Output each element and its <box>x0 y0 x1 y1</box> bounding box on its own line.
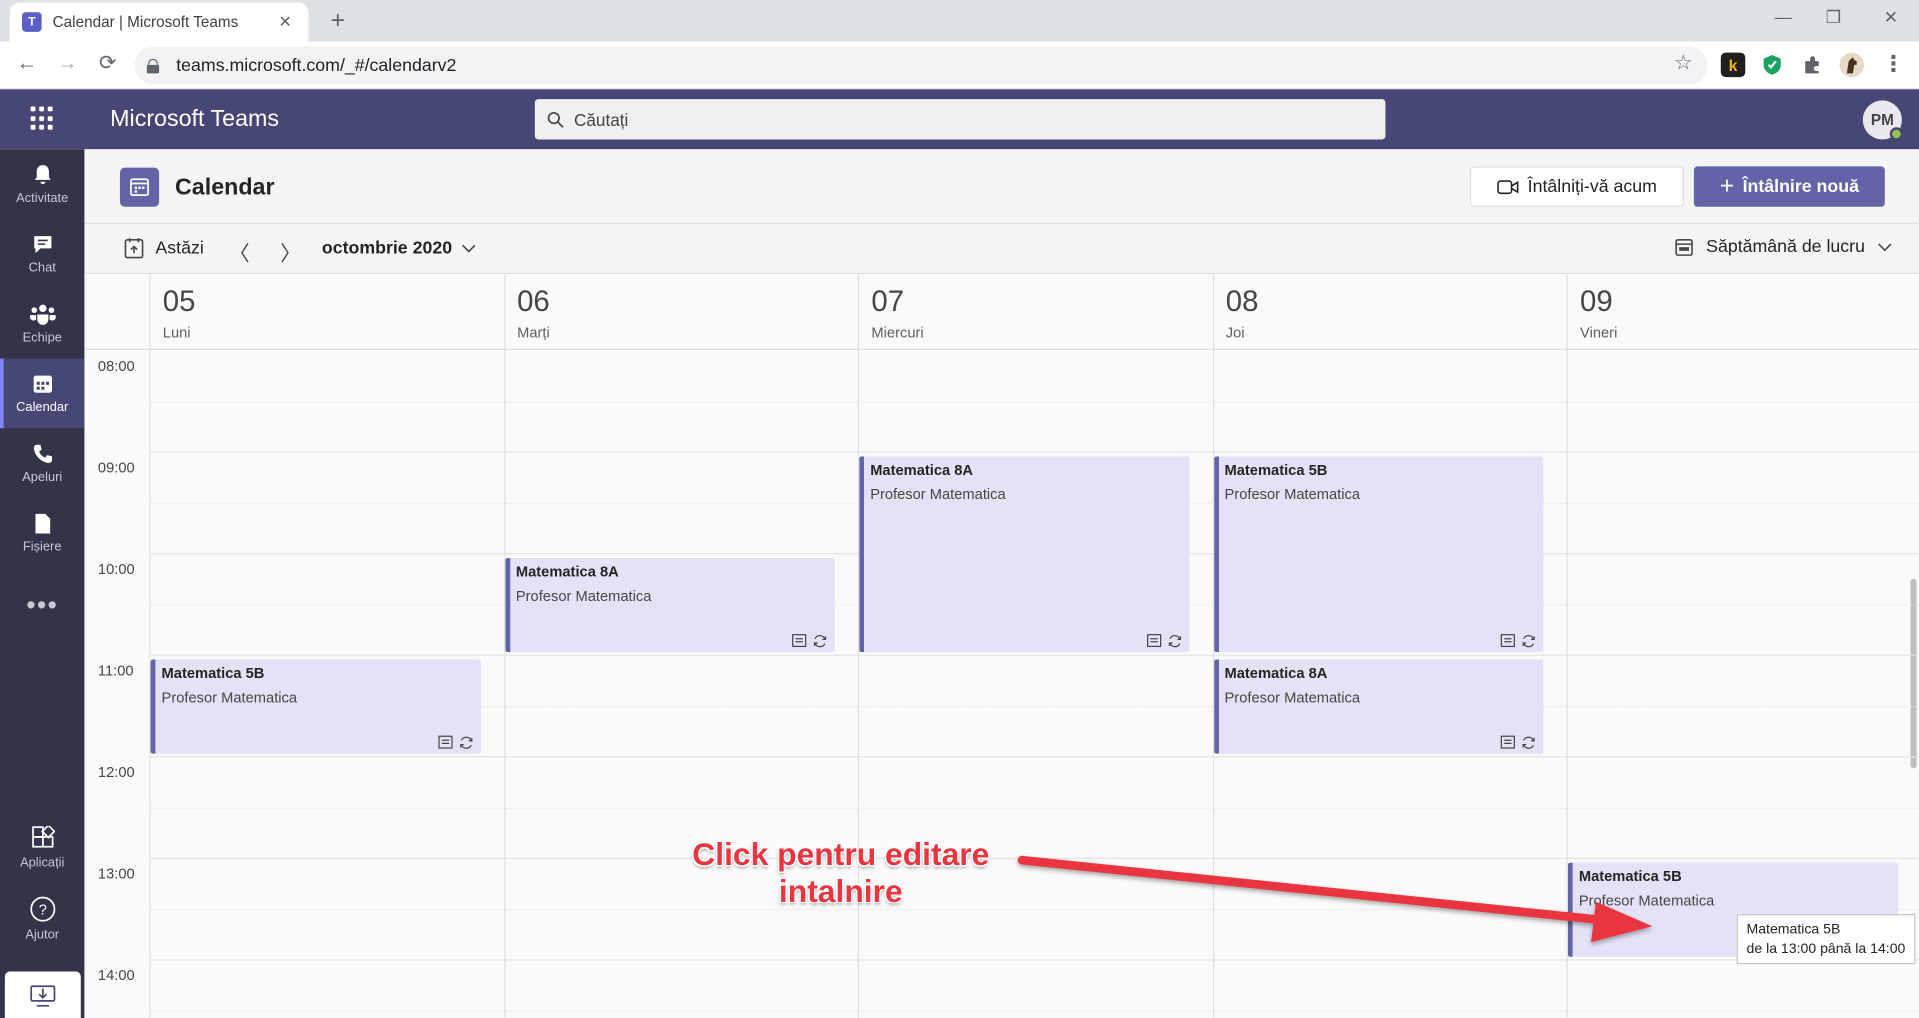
teams-calendar-window: T Calendar | Microsoft Teams ✕ + — ❐ ✕ ←… <box>0 0 1919 1018</box>
annotation-line-1: Click pentru editare <box>692 835 990 873</box>
annotation-callout: Click pentru editare intalnire <box>676 836 1006 909</box>
annotation-line-2: intalnire <box>778 872 903 910</box>
